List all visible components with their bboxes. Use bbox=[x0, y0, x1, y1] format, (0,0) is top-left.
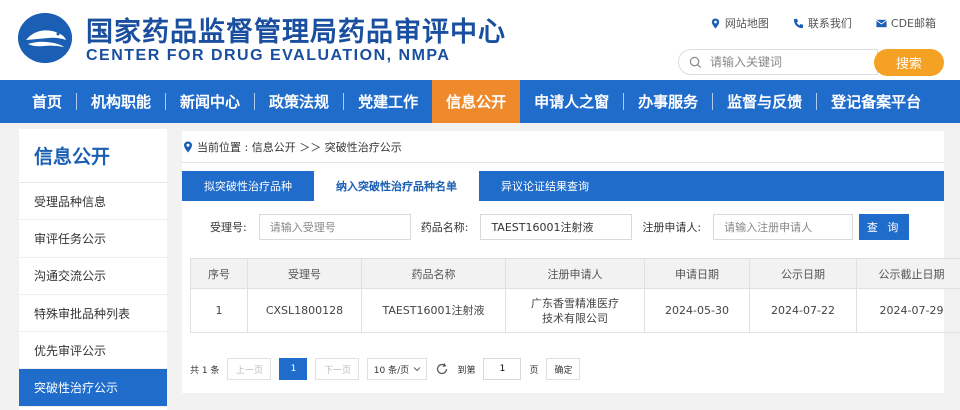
sidebar-item-breakthrough-therapy[interactable]: 突破性治疗公示 bbox=[19, 369, 167, 407]
sidebar-item-special-approval[interactable]: 特殊审批品种列表 bbox=[19, 295, 167, 333]
site-header: 国家药品监督管理局药品审评中心 CENTER FOR DRUG EVALUATI… bbox=[0, 0, 960, 80]
main-content: 当前位置 : 信息公开 ＞＞ 突破性治疗公示 拟突破性治疗品种 纳入突破性治疗品… bbox=[182, 131, 960, 393]
chevron-down-icon bbox=[413, 366, 421, 372]
nav-functions[interactable]: 机构职能 bbox=[77, 80, 165, 123]
tab-bar: 拟突破性治疗品种 纳入突破性治疗品种名单 异议论证结果查询 bbox=[182, 171, 944, 201]
sidebar-item-priority-review[interactable]: 优先审评公示 bbox=[19, 332, 167, 370]
col-header-index: 序号 bbox=[190, 258, 248, 289]
cde-logo[interactable] bbox=[18, 13, 72, 63]
pagination: 共 1 条 上一页 1 下一页 10 条/页 到第 页 确定 bbox=[190, 357, 581, 381]
total-count: 共 1 条 bbox=[190, 365, 220, 376]
cde-mail-link[interactable]: CDE邮箱 bbox=[876, 15, 936, 31]
nav-policies[interactable]: 政策法规 bbox=[255, 80, 343, 123]
sitemap-link[interactable]: 网站地图 bbox=[710, 15, 769, 31]
mail-icon bbox=[876, 18, 887, 29]
nav-applicant-window[interactable]: 申请人之窗 bbox=[520, 80, 623, 123]
nav-info-disclosure[interactable]: 信息公开 bbox=[432, 80, 521, 123]
page-unit-label: 页 bbox=[529, 365, 539, 376]
page-body: 信息公开 受理品种信息 审评任务公示 沟通交流公示 特殊审批品种列表 优先审评公… bbox=[0, 123, 960, 410]
next-page-button[interactable]: 下一页 bbox=[315, 358, 360, 380]
breadcrumb: 当前位置 : 信息公开 ＞＞ 突破性治疗公示 bbox=[182, 131, 944, 163]
nav-news[interactable]: 新闻中心 bbox=[166, 80, 254, 123]
query-button[interactable]: 查 询 bbox=[859, 214, 910, 240]
acceptance-number-input[interactable] bbox=[258, 214, 411, 240]
page-size-select[interactable]: 10 条/页 bbox=[367, 358, 428, 380]
sidebar: 信息公开 受理品种信息 审评任务公示 沟通交流公示 特殊审批品种列表 优先审评公… bbox=[19, 129, 167, 410]
col-header-acceptance-number: 受理号 bbox=[247, 258, 362, 289]
goto-page-input[interactable] bbox=[483, 358, 522, 380]
tab-included-breakthrough-list[interactable]: 纳入突破性治疗品种名单 bbox=[314, 171, 479, 201]
cell-publicity-deadline: 2024-07-29 bbox=[856, 288, 960, 333]
filter-bar: 受理号: 药品名称: 注册申请人: 查 询 bbox=[190, 207, 936, 247]
sidebar-item-accepted-varieties[interactable]: 受理品种信息 bbox=[19, 183, 167, 221]
location-pin-icon bbox=[183, 141, 193, 153]
acceptance-number-label: 受理号: bbox=[210, 221, 247, 234]
breadcrumb-text: 当前位置 : 信息公开 ＞＞ 突破性治疗公示 bbox=[197, 140, 402, 154]
nav-party-work[interactable]: 党建工作 bbox=[344, 80, 432, 123]
search-button[interactable]: 搜索 bbox=[874, 49, 944, 76]
phone-icon bbox=[793, 18, 804, 29]
table-header-row: 序号 受理号 药品名称 注册申请人 申请日期 公示日期 公示截止日期 bbox=[190, 258, 960, 289]
cell-acceptance-number: CXSL1800128 bbox=[247, 288, 362, 333]
contact-link[interactable]: 联系我们 bbox=[793, 15, 852, 31]
sidebar-item-communication[interactable]: 沟通交流公示 bbox=[19, 258, 167, 295]
page-number-1[interactable]: 1 bbox=[279, 358, 308, 380]
applicant-input[interactable] bbox=[713, 214, 854, 240]
col-header-application-date: 申请日期 bbox=[644, 258, 750, 289]
cde-mail-label: CDE邮箱 bbox=[890, 17, 936, 30]
goto-label: 到第 bbox=[457, 365, 476, 376]
main-nav: 首页 机构职能 新闻中心 政策法规 党建工作 信息公开 申请人之窗 办事服务 监… bbox=[0, 80, 960, 123]
col-header-publicity-deadline: 公示截止日期 bbox=[856, 258, 960, 289]
nav-registration-platform[interactable]: 登记备案平台 bbox=[817, 80, 935, 123]
drug-name-label: 药品名称: bbox=[420, 221, 469, 234]
tab-objection-results[interactable]: 异议论证结果查询 bbox=[479, 171, 611, 201]
search-box bbox=[678, 49, 878, 75]
goto-confirm-button[interactable]: 确定 bbox=[546, 358, 581, 380]
nav-supervision[interactable]: 监督与反馈 bbox=[713, 80, 816, 123]
sidebar-title: 信息公开 bbox=[19, 129, 167, 183]
search-input[interactable] bbox=[710, 55, 860, 69]
cell-index: 1 bbox=[190, 288, 248, 333]
table-row[interactable]: 1 CXSL1800128 TAEST16001注射液 广东香雪精准医疗技术有限… bbox=[190, 288, 960, 333]
col-header-drug-name: 药品名称 bbox=[361, 258, 506, 289]
site-title-en: CENTER FOR DRUG EVALUATION, NMPA bbox=[86, 47, 451, 64]
applicant-label: 注册申请人: bbox=[642, 221, 702, 234]
tab-proposed-breakthrough[interactable]: 拟突破性治疗品种 bbox=[182, 171, 314, 201]
sidebar-item-review-tasks[interactable]: 审评任务公示 bbox=[19, 220, 167, 258]
top-links: 网站地图 联系我们 CDE邮箱 bbox=[710, 15, 936, 31]
cell-drug-name: TAEST16001注射液 bbox=[361, 288, 506, 333]
site-title-cn: 国家药品监督管理局药品审评中心 bbox=[86, 17, 506, 48]
drug-name-input[interactable] bbox=[480, 214, 633, 240]
nav-home[interactable]: 首页 bbox=[18, 80, 76, 123]
refresh-icon[interactable] bbox=[435, 362, 449, 376]
cell-application-date: 2024-05-30 bbox=[644, 288, 750, 333]
location-pin-icon bbox=[710, 17, 721, 29]
col-header-applicant: 注册申请人 bbox=[505, 258, 645, 289]
contact-label: 联系我们 bbox=[807, 17, 852, 30]
nav-services[interactable]: 办事服务 bbox=[624, 80, 712, 123]
cell-publicity-date: 2024-07-22 bbox=[749, 288, 857, 333]
results-table: 序号 受理号 药品名称 注册申请人 申请日期 公示日期 公示截止日期 1 CXS… bbox=[190, 258, 960, 333]
sitemap-label: 网站地图 bbox=[724, 17, 769, 30]
search-icon bbox=[689, 56, 702, 69]
cell-applicant: 广东香雪精准医疗技术有限公司 bbox=[505, 288, 645, 333]
page-size-value: 10 条/页 bbox=[373, 365, 410, 376]
col-header-publicity-date: 公示日期 bbox=[749, 258, 857, 289]
prev-page-button[interactable]: 上一页 bbox=[227, 358, 272, 380]
